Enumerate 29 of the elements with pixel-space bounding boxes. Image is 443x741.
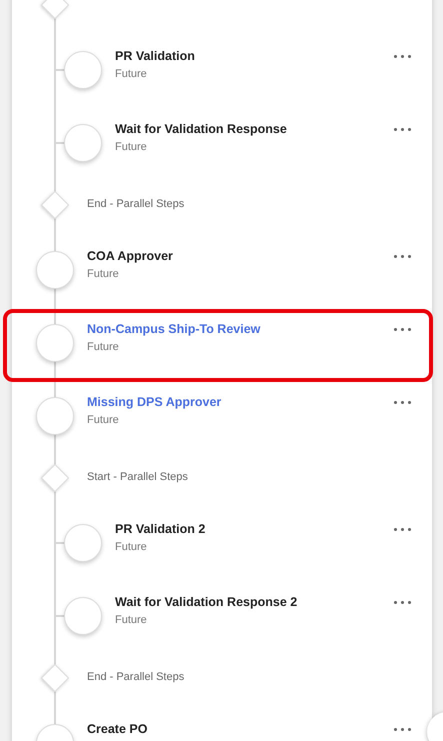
step-title: PR Validation 2 <box>115 522 206 536</box>
more-icon[interactable] <box>393 127 412 132</box>
step-status: Future <box>115 141 148 153</box>
step-title: Wait for Validation Response 2 <box>115 595 298 609</box>
step-link[interactable]: Missing DPS Approver <box>87 395 222 409</box>
more-icon[interactable] <box>393 600 412 605</box>
more-icon[interactable] <box>393 327 412 332</box>
more-icon[interactable] <box>393 527 412 532</box>
step-title: Create PO <box>87 722 148 736</box>
step-status: Future <box>115 68 148 80</box>
marker-label: Start - Parallel Steps <box>87 471 188 483</box>
step-title: COA Approver <box>87 249 173 263</box>
step-status: Future <box>87 341 120 353</box>
more-icon[interactable] <box>393 727 412 732</box>
step-status: Future <box>115 541 148 553</box>
step-status: Future <box>115 614 148 626</box>
marker-label: End - Parallel Steps <box>87 671 184 683</box>
step-title: Wait for Validation Response <box>115 122 287 136</box>
step-link[interactable]: Non-Campus Ship-To Review <box>87 322 260 336</box>
step-circle <box>36 251 74 289</box>
more-icon[interactable] <box>393 254 412 259</box>
step-circle <box>36 397 74 435</box>
step-circle <box>36 324 74 362</box>
marker-label: End - Parallel Steps <box>87 198 184 210</box>
more-icon[interactable] <box>393 54 412 59</box>
more-icon[interactable] <box>393 400 412 405</box>
step-title: PR Validation <box>115 49 195 63</box>
step-status: Future <box>87 268 120 280</box>
step-status: Future <box>87 414 120 426</box>
